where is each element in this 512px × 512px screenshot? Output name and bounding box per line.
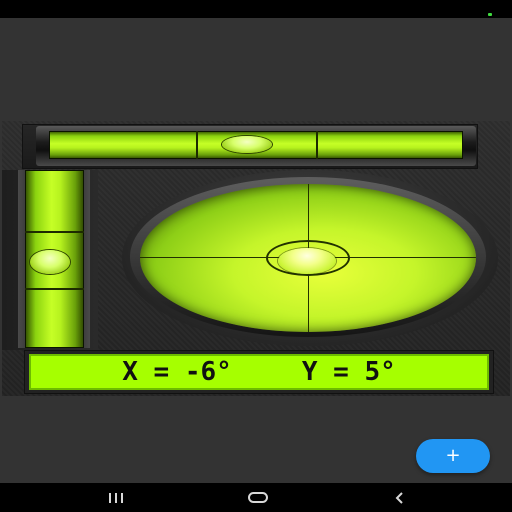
x-angle-text: X = -6° bbox=[122, 357, 232, 387]
system-navigation-bar bbox=[0, 483, 512, 512]
horizontal-level-bubble bbox=[222, 136, 272, 153]
recents-button[interactable] bbox=[86, 483, 146, 512]
status-indicator-icon bbox=[488, 13, 492, 16]
add-button[interactable]: + bbox=[416, 439, 490, 473]
horizontal-level-marker-right bbox=[316, 131, 318, 159]
back-button[interactable] bbox=[370, 483, 430, 512]
back-icon bbox=[395, 491, 405, 504]
circular-level-bubble bbox=[278, 248, 336, 274]
home-button[interactable] bbox=[228, 483, 288, 512]
horizontal-level-marker-left bbox=[196, 131, 198, 159]
home-icon bbox=[248, 492, 268, 503]
vertical-level-bubble bbox=[30, 250, 70, 274]
plus-icon: + bbox=[445, 445, 461, 466]
y-angle-text: Y = 5° bbox=[301, 357, 396, 387]
vertical-level-marker-bottom bbox=[25, 288, 84, 290]
recents-icon bbox=[109, 492, 123, 503]
circular-level-face bbox=[140, 184, 476, 332]
angle-readout: X = -6° Y = 5° bbox=[29, 354, 489, 390]
status-bar bbox=[0, 0, 512, 18]
vertical-level-marker-top bbox=[25, 231, 84, 233]
